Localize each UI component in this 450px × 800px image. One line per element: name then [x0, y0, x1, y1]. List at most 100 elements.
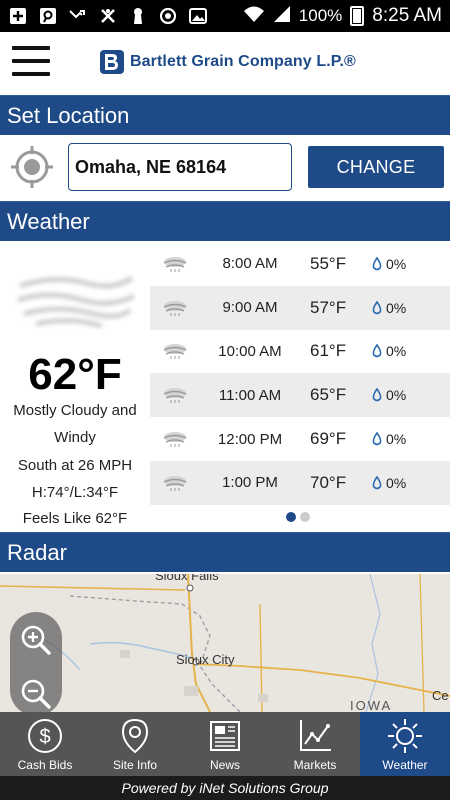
bottom-nav: $ Cash Bids Site Info News Markets Weath…: [0, 712, 450, 776]
tools-icon: [98, 7, 118, 25]
zoom-out-icon[interactable]: [20, 678, 52, 710]
raindrop-icon: [372, 300, 382, 314]
wifi-icon: [243, 5, 265, 28]
forecast-row: 10:00 AM 61°F 0%: [150, 330, 450, 374]
keyhole-icon: [128, 7, 148, 25]
forecast-row: 1:00 PM 70°F 0%: [150, 460, 450, 505]
forecast-row: 12:00 PM 69°F 0%: [150, 417, 450, 461]
cloud-wind-icon: [163, 300, 187, 316]
forecast-precip: 0%: [386, 474, 407, 491]
zoom-controls: [10, 612, 62, 716]
map-label-state: IOWA: [350, 698, 393, 712]
brand-name: Bartlett Grain Company L.P.®: [130, 53, 356, 70]
nav-news[interactable]: News: [180, 712, 270, 776]
condition-line-2: Windy: [54, 429, 96, 446]
page-indicator[interactable]: [286, 512, 310, 522]
forecast-temp: 57°F: [310, 297, 347, 317]
raindrop-icon: [372, 388, 382, 402]
nav-label: Cash Bids: [17, 758, 73, 772]
forecast-temp: 61°F: [310, 341, 347, 361]
radar-header: Radar: [0, 532, 450, 572]
forecast-time: 12:00 PM: [217, 430, 283, 448]
forecast-precip: 0%: [386, 255, 407, 272]
locate-me-icon[interactable]: [9, 144, 55, 190]
raindrop-icon: [372, 432, 382, 446]
cloud-wind-icon: [163, 475, 187, 491]
newspaper-icon: [210, 721, 240, 751]
battery-icon: [350, 6, 365, 26]
set-location-header: Set Location: [0, 95, 450, 135]
cloud-wind-icon: [163, 344, 187, 360]
map-canvas: [0, 574, 450, 712]
nav-markets[interactable]: Markets: [270, 712, 360, 776]
page-dot[interactable]: [300, 512, 310, 522]
plus-icon: [8, 7, 28, 25]
forecast-temp: 69°F: [310, 429, 347, 449]
nav-label: Markets: [293, 758, 337, 772]
forecast-precip: 0%: [386, 343, 407, 360]
forecast-temp: 65°F: [310, 385, 347, 405]
forecast-time: 1:00 PM: [222, 474, 278, 492]
dollar-icon: $: [28, 719, 62, 753]
nav-label: Site Info: [112, 758, 158, 772]
raindrop-icon: [372, 475, 382, 490]
nav-weather[interactable]: Weather: [360, 712, 450, 776]
radar-map[interactable]: Sioux Falls Sioux City IOWA Ce: [0, 574, 450, 712]
forecast-time: 11:00 AM: [218, 386, 282, 404]
condition-line-1: Mostly Cloudy and: [13, 402, 137, 419]
nav-label: News: [209, 758, 240, 772]
forecast-temp: 70°F: [310, 472, 347, 492]
nav-cash-bids[interactable]: $ Cash Bids: [0, 712, 90, 776]
forecast-row: 8:00 AM 55°F 0%: [150, 242, 450, 286]
weather-panel: 62°F Mostly Cloudy and Windy South at 26…: [0, 242, 450, 530]
footer: Powered by iNet Solutions Group: [0, 776, 450, 800]
sync-icon: [158, 7, 178, 25]
location-input[interactable]: [68, 143, 292, 191]
map-label-partial: Ce: [432, 688, 449, 703]
cloud-wind-icon: [163, 432, 187, 448]
cloud-wind-icon: [163, 388, 187, 404]
page-dot-active[interactable]: [286, 512, 296, 522]
forecast-time: 10:00 AM: [218, 342, 282, 360]
zoom-in-icon[interactable]: [20, 624, 52, 656]
nav-label: Weather: [382, 758, 428, 772]
cloud-wind-icon: [163, 256, 187, 272]
windy-cloud-icon: [17, 275, 136, 329]
forecast-precip: 0%: [386, 387, 407, 404]
raindrop-icon: [372, 344, 382, 358]
search-app-icon: [38, 7, 58, 25]
forecast-time: 9:00 AM: [222, 299, 278, 317]
brand: Bartlett Grain Company L.P.®: [100, 50, 356, 74]
change-location-button[interactable]: CHANGE: [308, 146, 444, 188]
map-label-sioux-city: Sioux City: [176, 652, 235, 667]
forecast-precip: 0%: [386, 431, 407, 448]
chart-icon: [300, 720, 331, 751]
forecast-temp: 55°F: [310, 253, 347, 273]
image-icon: [188, 7, 208, 25]
wind: South at 26 MPH: [17, 457, 133, 474]
menu-icon[interactable]: [12, 46, 50, 76]
company-logo: [100, 50, 124, 74]
forecast-row: 11:00 AM 65°F 0%: [150, 373, 450, 418]
clock: 8:25 AM: [372, 5, 442, 26]
hourly-forecast[interactable]: 8:00 AM 55°F 0% 9:00 AM 57°F 0% 10:00 AM…: [150, 242, 450, 505]
status-bar: 100% 8:25 AM: [0, 0, 450, 32]
map-pin-icon: [121, 718, 149, 754]
app-header: Bartlett Grain Company L.P.®: [0, 32, 450, 92]
forecast-row: 9:00 AM 57°F 0%: [150, 285, 450, 330]
current-temperature: 62°F: [28, 350, 122, 399]
missed-call-icon: [68, 7, 88, 25]
raindrop-icon: [372, 256, 382, 271]
current-conditions: 62°F Mostly Cloudy and Windy South at 26…: [0, 242, 150, 530]
forecast-precip: 0%: [386, 299, 407, 316]
weather-header: Weather: [0, 201, 450, 241]
sun-icon: [388, 719, 422, 753]
signal-icon: [273, 5, 291, 28]
forecast-time: 8:00 AM: [222, 255, 278, 273]
battery-percent: 100%: [298, 6, 343, 25]
nav-site-info[interactable]: Site Info: [90, 712, 180, 776]
map-label-sioux-falls: Sioux Falls: [155, 574, 219, 583]
svg-text:$: $: [39, 726, 50, 748]
high-low: H:74°/L:34°F: [31, 484, 119, 501]
feels-like: Feels Like 62°F: [22, 510, 128, 527]
